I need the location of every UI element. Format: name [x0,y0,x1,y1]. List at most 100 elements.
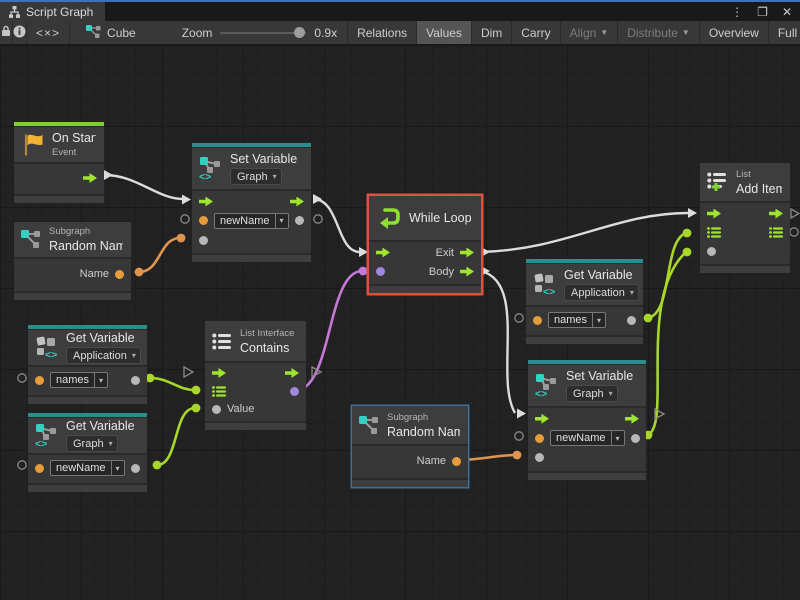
variable-name-dropdown[interactable]: newName▾ [550,430,625,446]
toolbar-button-overview[interactable]: Overview [700,21,769,44]
node-title: Get Variable [564,268,635,282]
variable-scope-dropdown[interactable]: Application▾ [564,284,639,301]
subgraph-icon [359,416,380,435]
value-in-port[interactable] [212,405,221,414]
variable-name-dropdown[interactable]: newName▾ [214,213,289,229]
variable-name-dropdown[interactable]: names▾ [548,312,606,328]
value-out-port[interactable] [131,376,140,385]
node-set-variable-right[interactable]: <> Set Variable Graph▾ newName▾ [528,360,646,480]
cable-whilebody-to-setvariable[interactable] [481,271,515,413]
variable-name-dropdown[interactable]: newName▾ [50,460,125,476]
list-in-port[interactable] [212,386,226,397]
name-in-port[interactable] [35,464,44,473]
toolbar-button-distribute[interactable]: Distribute▼ [618,21,700,44]
name-out-port[interactable] [452,457,461,466]
value-out-port[interactable] [631,434,640,443]
name-in-port[interactable] [35,376,44,385]
cable-names-to-contains[interactable] [150,378,195,390]
variable-name-dropdown[interactable]: names▾ [50,372,108,388]
cable-whileexit-to-additem[interactable] [481,213,688,252]
node-footer [28,397,147,404]
flow-in-port[interactable] [707,209,721,219]
info-icon [13,25,26,41]
node-subgraph-mid[interactable]: Subgraph Random Name Name [352,406,468,487]
node-title: Get Variable [66,331,139,345]
variables-toggle-button[interactable]: <×> [27,21,70,44]
node-on-start[interactable]: On Start Event [14,122,104,203]
flow-out-port[interactable] [769,209,783,219]
flow-out-port[interactable] [290,197,304,207]
cable-names-to-additemlist[interactable] [648,233,686,318]
exit-out-port[interactable] [460,248,474,258]
variable-scope-dropdown[interactable]: Graph▾ [566,385,618,402]
flow-out-port[interactable] [625,414,639,424]
node-kind: List Interface [240,328,294,339]
flow-in-port[interactable] [535,414,549,424]
node-get-variable-graph-left[interactable]: <> Get Variable Graph▾ newName▾ [28,413,147,492]
variables-icon: <×> [36,26,60,40]
node-footer [528,473,646,480]
body-out-port[interactable] [460,267,474,277]
subgraph-icon [21,230,42,249]
toolbar-button-dim[interactable]: Dim [472,21,512,44]
graph-inspector-button[interactable] [13,21,27,44]
list-out-port[interactable] [769,227,783,238]
cable-setvariableout-to-additem[interactable] [648,252,686,435]
node-footer [526,337,643,344]
lock-button[interactable] [0,21,13,44]
flow-in-port[interactable] [199,197,213,207]
toolbar-button-align[interactable]: Align▼ [561,21,619,44]
value-in-port[interactable] [199,236,208,245]
item-in-port[interactable] [707,247,716,256]
toolbar-button-relations[interactable]: Relations [347,21,417,44]
node-get-variable-app-right[interactable]: <> Get Variable Application▾ names▾ [526,259,643,344]
flow-in-port[interactable] [212,368,226,378]
node-get-variable-app-left[interactable]: <> Get Variable Application▾ names▾ [28,325,147,404]
cable-newname-to-containsvalue[interactable] [157,408,195,465]
graph-canvas[interactable]: On Start Event <> Set Variable Graph▾ [0,45,800,600]
list-in-port[interactable] [707,227,721,238]
variable-scope-dropdown[interactable]: Graph▾ [230,168,282,185]
name-in-port[interactable] [533,316,542,325]
toolbar-button-fullscreen[interactable]: Full Screen [769,21,800,44]
cable-onstart-to-setvariable[interactable] [104,175,184,199]
chevron-down-icon: ▾ [611,431,624,445]
condition-in-port[interactable] [376,267,385,276]
node-subgraph-left[interactable]: Subgraph Random Name Name [14,222,131,300]
zoom-slider[interactable] [220,32,306,34]
toolbar-button-carry[interactable]: Carry [512,21,560,44]
name-in-port[interactable] [199,216,208,225]
name-in-port[interactable] [535,434,544,443]
value-out-port[interactable] [627,316,636,325]
cable-setvariable-to-whileloop[interactable] [313,199,360,252]
close-button[interactable]: ✕ [782,5,792,19]
node-set-variable-top[interactable]: <> Set Variable Graph▾ newName▾ [192,143,311,262]
name-out-port[interactable] [115,270,124,279]
cable-randomname-to-setvariablevalue[interactable] [139,238,180,272]
tab-script-graph[interactable]: Script Graph [0,2,105,21]
node-footer [700,266,790,273]
node-add-item[interactable]: List Add Item [700,163,790,273]
flow-out-port[interactable] [285,368,299,378]
maximize-button[interactable]: ❐ [757,5,768,19]
window-menu-button[interactable]: ⋮ [731,5,743,19]
flow-in-port[interactable] [376,248,390,258]
zoom-slider-handle[interactable] [294,27,305,38]
while-loop-icon [376,206,402,230]
graph-breadcrumb[interactable]: Cube [76,21,146,44]
node-contains[interactable]: List Interface Contains Value [205,321,306,430]
toolbar-button-values[interactable]: Values [417,21,472,44]
value-in-port[interactable] [535,453,544,462]
window-controls: ⋮ ❐ ✕ [731,2,800,21]
node-title: Contains [240,341,294,355]
value-out-port[interactable] [131,464,140,473]
node-header: Subgraph Random Name [352,406,468,444]
variable-scope-dropdown[interactable]: Application▾ [66,347,141,364]
zoom-control: Zoom 0.9x [172,21,347,44]
result-out-port[interactable] [290,387,299,396]
node-while-loop[interactable]: While Loop Exit Body [369,196,481,293]
variable-scope-dropdown[interactable]: Graph▾ [66,435,118,452]
value-out-port[interactable] [295,216,304,225]
node-header: <> Get Variable Application▾ [526,264,643,305]
flow-out-port[interactable] [83,173,97,183]
